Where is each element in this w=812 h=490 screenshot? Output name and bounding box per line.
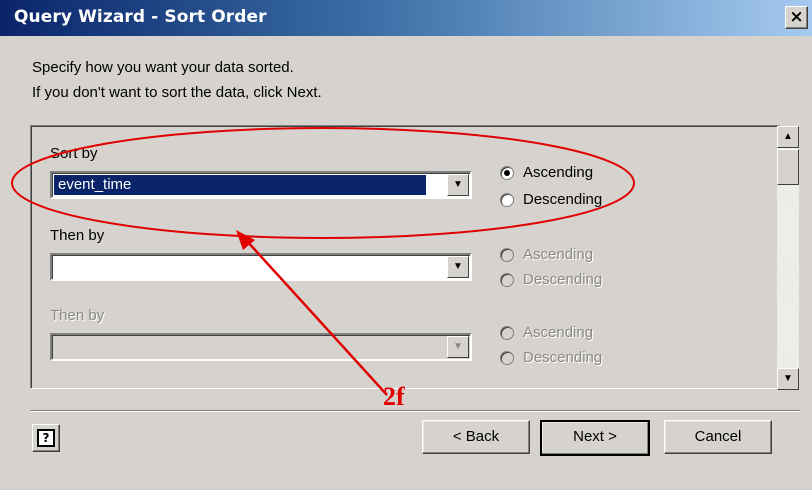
radio-unchecked-icon [500, 325, 514, 340]
sort-by-ascending-label: Ascending [523, 164, 594, 181]
separator [30, 410, 800, 412]
then-by-2-descending-radio[interactable]: Descending [500, 349, 602, 366]
then-by-1-ascending-radio[interactable]: Ascending [500, 246, 593, 263]
sort-by-dropdown[interactable]: event_time ▼ [50, 171, 472, 199]
radio-unchecked-icon [500, 192, 514, 207]
scroll-thumb[interactable] [777, 149, 799, 185]
then-by-1-label: Then by [50, 227, 105, 244]
help-icon: ? [37, 429, 55, 447]
radio-checked-icon [500, 165, 514, 180]
then-by-2-dropdown[interactable]: ▼ [50, 333, 472, 361]
then-by-2-ascending-radio[interactable]: Ascending [500, 324, 593, 341]
scroll-down-icon[interactable]: ▼ [777, 368, 799, 390]
radio-unchecked-icon [500, 350, 514, 365]
instruction-line-1: Specify how you want your data sorted. [32, 59, 294, 76]
cancel-button[interactable]: Cancel [664, 420, 772, 454]
radio-unchecked-icon [500, 247, 514, 262]
sort-by-label: Sort by [50, 145, 98, 162]
annotation-label: 2f [383, 382, 405, 411]
then-by-2-descending-label: Descending [523, 349, 603, 366]
chevron-down-icon[interactable]: ▼ [447, 256, 469, 278]
then-by-1-ascending-label: Ascending [523, 246, 594, 263]
next-button[interactable]: Next > [540, 420, 650, 456]
instruction-line-2: If you don't want to sort the data, clic… [32, 84, 322, 101]
close-button[interactable]: × [785, 6, 808, 29]
chevron-down-icon[interactable]: ▼ [447, 336, 469, 358]
then-by-2-ascending-label: Ascending [523, 324, 594, 341]
radio-unchecked-icon [500, 272, 514, 287]
chevron-down-icon[interactable]: ▼ [447, 174, 469, 196]
scroll-up-icon[interactable]: ▲ [777, 126, 799, 148]
vertical-scrollbar[interactable]: ▲ ▼ [777, 126, 799, 390]
then-by-1-descending-radio[interactable]: Descending [500, 271, 602, 288]
then-by-1-descending-label: Descending [523, 271, 603, 288]
title-bar: Query Wizard - Sort Order × [0, 0, 812, 36]
sort-by-descending-label: Descending [523, 191, 603, 208]
sort-by-ascending-radio[interactable]: Ascending [500, 164, 593, 181]
sort-by-value: event_time [54, 175, 426, 195]
then-by-2-label: Then by [50, 307, 105, 324]
sort-by-descending-radio[interactable]: Descending [500, 191, 602, 208]
close-icon: × [789, 7, 804, 27]
then-by-1-dropdown[interactable]: ▼ [50, 253, 472, 281]
help-button[interactable]: ? [32, 424, 60, 452]
back-button[interactable]: < Back [422, 420, 530, 454]
window-title: Query Wizard - Sort Order [14, 7, 267, 27]
